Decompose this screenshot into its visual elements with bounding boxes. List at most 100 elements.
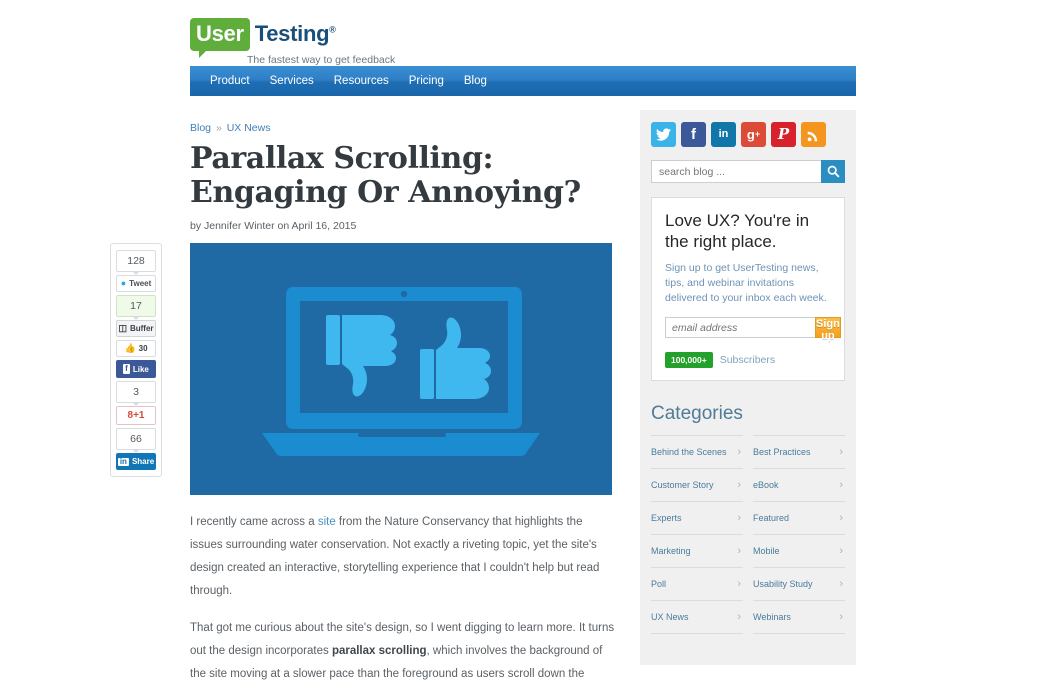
category-behind-the-scenes[interactable]: Behind the Scenes ›: [651, 435, 743, 468]
category-marketing[interactable]: Marketing ›: [651, 534, 743, 567]
facebook-like-button[interactable]: f Like: [116, 360, 156, 378]
chevron-right-icon: ›: [737, 479, 741, 492]
tweet-button[interactable]: ● Tweet: [116, 275, 156, 292]
chevron-right-icon: ›: [737, 545, 741, 558]
nature-conservancy-link[interactable]: site: [318, 516, 336, 528]
logo-bubble-user: User: [190, 18, 250, 58]
facebook-icon[interactable]: f: [681, 122, 706, 147]
optin-form: Sign up: [665, 317, 841, 342]
category-label: Poll: [651, 579, 667, 590]
blog-search: [651, 160, 845, 183]
category-label: Customer Story: [651, 480, 714, 491]
categories-heading: Categories: [651, 403, 743, 425]
breadcrumb: Blog » UX News: [190, 122, 615, 134]
rss-icon[interactable]: [801, 122, 826, 147]
twitter-bird-glyph: [656, 128, 671, 141]
category-customer-story[interactable]: Customer Story ›: [651, 468, 743, 501]
signup-button[interactable]: Sign up: [815, 317, 841, 342]
social-share-widget: 128 ● Tweet 17 ◫ Buffer 👍 30 f Like 3 8+…: [110, 243, 162, 477]
chevron-right-icon: ›: [839, 578, 843, 591]
chevron-right-icon: ›: [839, 545, 843, 558]
twitter-bird-icon: ●: [120, 278, 127, 288]
category-webinars[interactable]: Webinars ›: [753, 600, 845, 635]
category-poll[interactable]: Poll ›: [651, 567, 743, 600]
category-ebook[interactable]: eBook ›: [753, 468, 845, 501]
para1-part-a: I recently came across a: [190, 515, 318, 528]
linkedin-share-count: 66: [116, 428, 156, 453]
category-label: Experts: [651, 513, 682, 524]
laptop-thumbs-illustration: [190, 242, 612, 495]
article-column: Blog » UX News Parallax Scrolling: Engag…: [190, 122, 615, 689]
thumbs-up-icon: 👍: [124, 343, 136, 353]
category-featured[interactable]: Featured ›: [753, 501, 845, 534]
category-best-practices[interactable]: Best Practices ›: [753, 435, 845, 468]
site-tagline: The fastest way to get feedback: [247, 54, 396, 66]
magnifier-icon: [827, 165, 840, 178]
page-root: User Testing® The fastest way to get fee…: [0, 0, 1040, 689]
nav-item-blog[interactable]: Blog: [454, 66, 497, 96]
page-title: Parallax Scrolling: Engaging Or Annoying…: [190, 141, 581, 210]
linkedin-icon[interactable]: in: [711, 122, 736, 147]
category-mobile[interactable]: Mobile ›: [753, 534, 845, 567]
chevron-right-icon: ›: [839, 446, 843, 459]
article-paragraph-1: I recently came across a site from the N…: [190, 511, 615, 603]
chevron-right-icon: ›: [737, 512, 741, 525]
chevron-right-icon: ›: [839, 611, 843, 624]
googleplus-share-count: 3: [116, 381, 156, 406]
pinterest-icon[interactable]: P: [771, 122, 796, 147]
category-ux-news[interactable]: UX News ›: [651, 600, 743, 635]
category-label: Featured: [753, 513, 790, 524]
buffer-button[interactable]: ◫ Buffer: [116, 320, 156, 337]
search-input[interactable]: [651, 160, 821, 183]
nav-item-resources[interactable]: Resources: [324, 66, 399, 96]
category-label: Behind the Scenes: [651, 447, 727, 458]
article-byline: by Jennifer Winter on April 16, 2015: [190, 219, 357, 232]
chevron-right-icon: ›: [839, 512, 843, 525]
logo-word-testing: Testing®: [254, 21, 336, 46]
category-usability-study[interactable]: Usability Study ›: [753, 567, 845, 600]
category-label: eBook: [753, 480, 779, 491]
site-logo[interactable]: User Testing®: [190, 18, 856, 58]
category-label: Usability Study: [753, 579, 813, 590]
subscriber-count-badge: 100,000+: [665, 352, 713, 369]
buffer-share-count: 17: [116, 295, 156, 320]
article-body: I recently came across a site from the N…: [190, 511, 615, 689]
breadcrumb-blog[interactable]: Blog: [190, 122, 211, 134]
para2-bold-term: parallax scrolling: [331, 644, 427, 657]
right-sidebar: f in g+ P Love UX? You're in the right p…: [640, 110, 856, 665]
linkedin-share-label: Share: [131, 457, 155, 466]
chevron-right-icon: ›: [737, 446, 741, 459]
category-label: Webinars: [753, 612, 791, 623]
facebook-thumb-count-box[interactable]: 👍 30: [116, 340, 156, 357]
breadcrumb-separator: »: [215, 122, 222, 134]
googleplus-icon[interactable]: g +: [741, 122, 766, 147]
twitter-icon[interactable]: [651, 122, 676, 147]
category-label: Best Practices: [753, 447, 811, 458]
buffer-stack-icon: ◫: [118, 323, 127, 333]
social-follow-row: f in g + P: [651, 122, 845, 147]
rss-waves-glyph: [807, 131, 817, 141]
nav-item-product[interactable]: Product: [200, 66, 260, 96]
googleplus-button[interactable]: 8+1: [116, 406, 156, 425]
search-button[interactable]: [821, 160, 845, 183]
category-label: Marketing: [651, 546, 691, 557]
main-navigation: Product Services Resources Pricing Blog: [190, 66, 856, 96]
nav-item-services[interactable]: Services: [260, 66, 324, 96]
hero-image: [190, 242, 612, 495]
site-header: User Testing® The fastest way to get fee…: [190, 18, 856, 66]
linkedin-share-button[interactable]: in Share: [116, 453, 156, 470]
breadcrumb-ux-news[interactable]: UX News: [227, 122, 271, 134]
category-label: Mobile: [753, 546, 780, 557]
subscriber-label: Subscribers: [719, 354, 776, 367]
nav-item-pricing[interactable]: Pricing: [399, 66, 454, 96]
subscriber-row: 100,000+ Subscribers: [665, 352, 831, 369]
tweet-button-label: Tweet: [129, 279, 152, 288]
googleplus-plusone-label: 8+1: [127, 410, 145, 421]
registered-mark: ®: [329, 24, 336, 35]
buffer-button-label: Buffer: [129, 324, 154, 333]
facebook-like-label: Like: [132, 364, 149, 374]
newsletter-optin-box: Love UX? You're in the right place. Sign…: [651, 197, 845, 382]
category-experts[interactable]: Experts ›: [651, 501, 743, 534]
email-field[interactable]: [665, 317, 815, 339]
categories-grid: Behind the Scenes › Best Practices › Custo…: [651, 435, 845, 635]
